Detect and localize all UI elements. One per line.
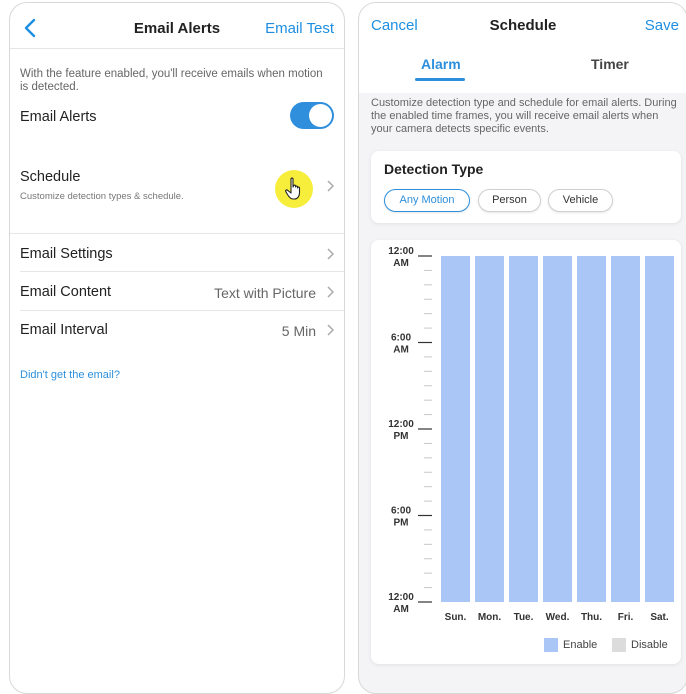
chevron-right-icon <box>327 180 334 192</box>
header-bar: Cancel Schedule Save Alarm Timer <box>359 3 686 93</box>
y-tick-label: 12:00 <box>388 592 414 603</box>
enabled-block <box>441 256 470 602</box>
x-day-label: Wed. <box>546 612 570 623</box>
schedule-label: Schedule <box>20 169 81 185</box>
x-day-label: Sun. <box>445 612 467 623</box>
y-tick-label: 6:00 <box>391 506 411 517</box>
schedule-description: Customize detection type and schedule fo… <box>371 97 677 135</box>
detection-type-title: Detection Type <box>384 161 484 177</box>
toggle-knob <box>309 104 332 127</box>
y-tick-label: PM <box>394 431 409 442</box>
legend-disable-swatch <box>612 638 626 652</box>
feature-hint: With the feature enabled, you'll receive… <box>20 68 323 93</box>
schedule-screen: Cancel Schedule Save Alarm Timer Customi… <box>358 2 686 694</box>
email-test-button[interactable]: Email Test <box>265 20 334 37</box>
header-bar: Email Alerts Email Test <box>10 3 344 49</box>
x-day-label: Fri. <box>618 612 634 623</box>
x-day-label: Sat. <box>650 612 669 623</box>
email-interval-label: Email Interval <box>20 322 108 338</box>
tab-alarm[interactable]: Alarm <box>421 56 461 72</box>
y-tick-label: AM <box>393 345 409 356</box>
enabled-block <box>611 256 640 602</box>
chip-person[interactable]: Person <box>478 189 541 212</box>
email-content-value: Text with Picture <box>214 285 316 301</box>
chevron-right-icon <box>327 248 334 260</box>
tab-timer[interactable]: Timer <box>591 56 629 72</box>
schedule-sublabel: Customize detection types & schedule. <box>20 191 184 202</box>
y-tick-label: AM <box>393 604 409 615</box>
enabled-block <box>475 256 504 602</box>
hand-pointer-icon <box>285 177 301 200</box>
enabled-block <box>543 256 572 602</box>
help-link[interactable]: Didn't get the email? <box>20 369 120 381</box>
enabled-block <box>577 256 606 602</box>
email-alerts-label: Email Alerts <box>20 109 97 125</box>
legend-enable-swatch <box>544 638 558 652</box>
y-tick-label: 12:00 <box>388 419 414 430</box>
y-tick-label: PM <box>394 518 409 529</box>
y-tick-label: 6:00 <box>391 333 411 344</box>
x-day-label: Tue. <box>514 612 534 623</box>
enabled-block <box>645 256 674 602</box>
chevron-right-icon <box>327 324 334 336</box>
detection-type-card: Detection Type Any Motion Person Vehicle <box>371 151 681 223</box>
legend-enable-label: Enable <box>563 639 598 651</box>
y-tick-label: AM <box>393 258 409 269</box>
divider <box>20 271 344 272</box>
legend-disable-label: Disable <box>631 639 668 651</box>
email-content-label: Email Content <box>20 284 112 300</box>
page-title: Schedule <box>489 17 557 34</box>
email-alerts-screen: Email Alerts Email Test With the feature… <box>9 2 345 694</box>
email-settings-label: Email Settings <box>20 246 113 262</box>
chip-vehicle[interactable]: Vehicle <box>548 189 613 212</box>
x-day-label: Mon. <box>478 612 502 623</box>
divider <box>10 233 344 234</box>
chip-any-motion[interactable]: Any Motion <box>384 189 470 212</box>
y-tick-label: 12:00 <box>388 246 414 257</box>
enabled-block <box>509 256 538 602</box>
active-tab-indicator <box>415 78 465 81</box>
save-button[interactable]: Save <box>645 17 679 34</box>
email-alerts-toggle[interactable] <box>290 102 334 129</box>
chevron-right-icon <box>327 286 334 298</box>
divider <box>20 310 344 311</box>
email-interval-value: 5 Min <box>281 323 316 339</box>
schedule-chart-card: 12:00 AM 6:00 AM 12:00 PM 6:00 PM 12:00 AM Sun. Mon… <box>371 240 681 664</box>
schedule-chart[interactable]: 12:00AM6:00AM12:00PM6:00PM12:00AMSun. Mon… <box>371 240 681 632</box>
divider <box>10 48 344 49</box>
x-day-label: Thu. <box>581 612 602 623</box>
